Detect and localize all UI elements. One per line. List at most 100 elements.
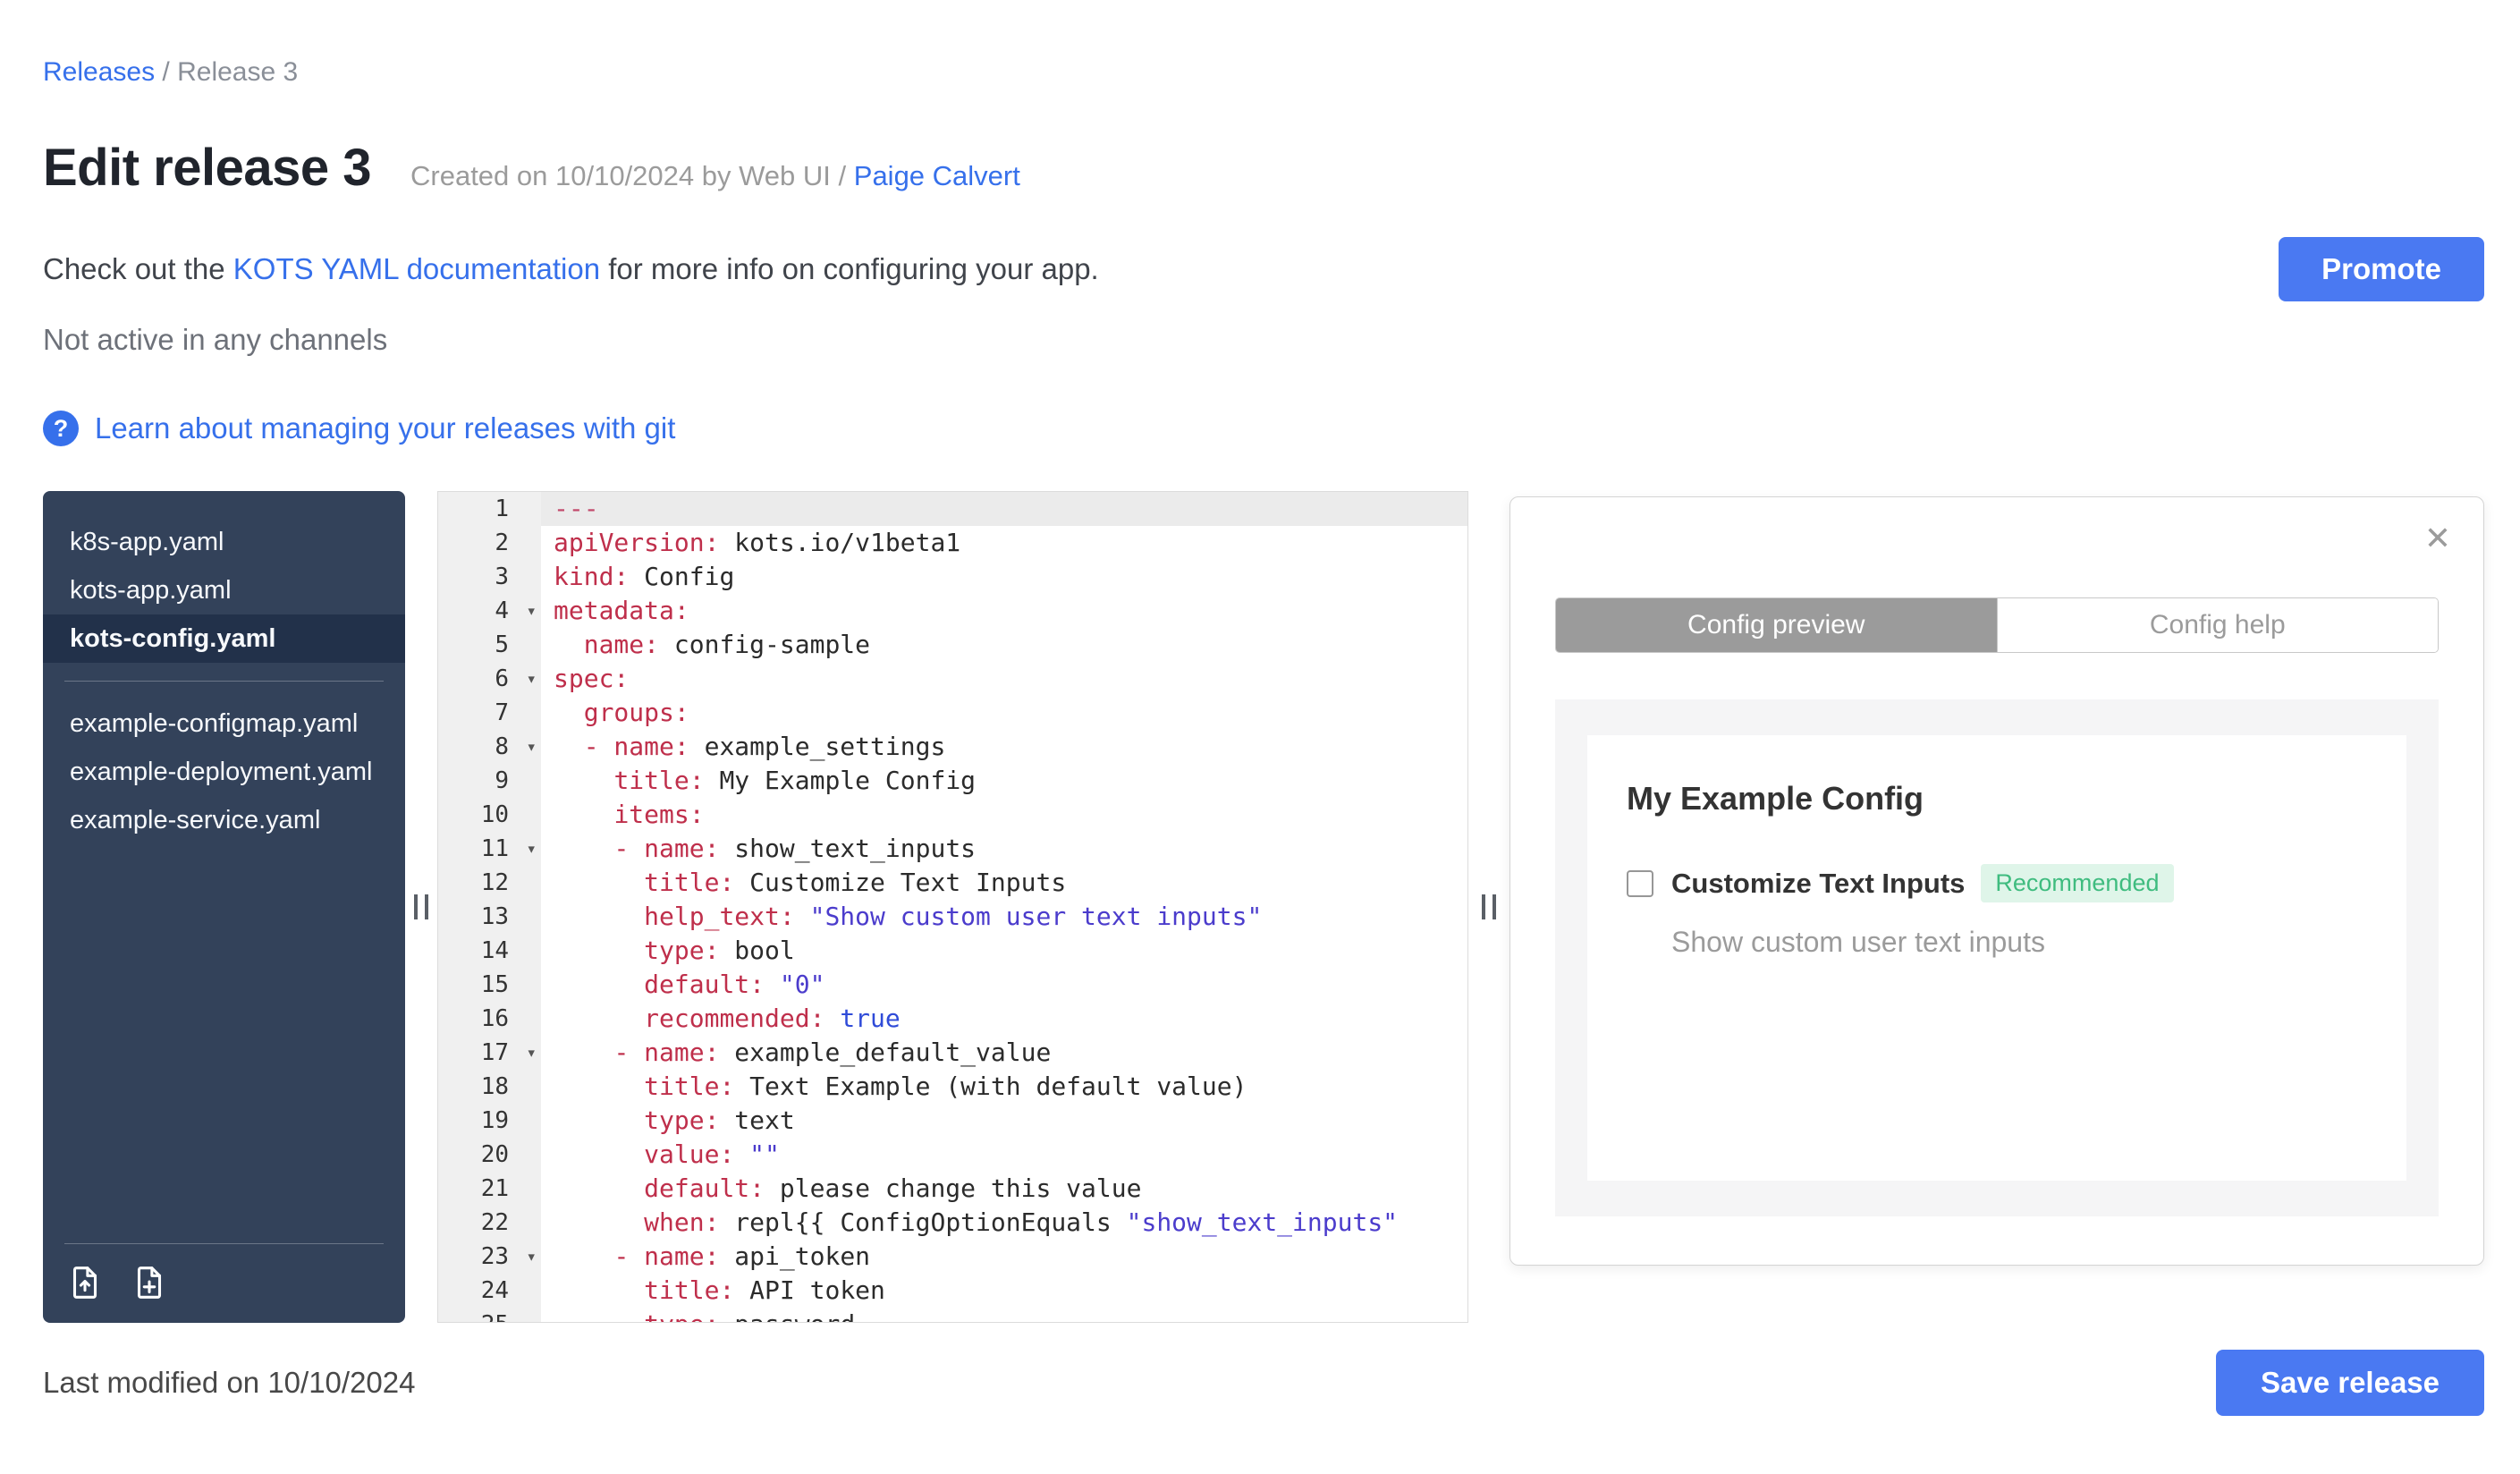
config-card: My Example Config Customize Text Inputs … bbox=[1587, 735, 2406, 1181]
code-text: apiVersion: kots.io/v1beta1 bbox=[554, 528, 961, 557]
panel-resize-handle-left[interactable] bbox=[414, 894, 428, 919]
code-text: type: bool bbox=[644, 936, 795, 965]
code-line-9[interactable]: 9 title: My Example Config bbox=[438, 764, 1467, 798]
code-text: when: repl{{ ConfigOptionEquals "show_te… bbox=[644, 1207, 1399, 1237]
line-number: 16 bbox=[438, 1002, 541, 1036]
code-text: groups: bbox=[583, 698, 689, 727]
last-modified: Last modified on 10/10/2024 bbox=[43, 1366, 416, 1399]
line-number: 8 ▾ bbox=[438, 730, 541, 764]
tab-config-preview[interactable]: Config preview bbox=[1556, 598, 1997, 652]
file-name: example-service.yaml bbox=[70, 806, 321, 834]
code-text: --- bbox=[541, 492, 1467, 526]
line-number: 24 bbox=[438, 1274, 541, 1308]
line-number: 2 bbox=[438, 526, 541, 560]
code-line-22[interactable]: 22 when: repl{{ ConfigOptionEquals "show… bbox=[438, 1206, 1467, 1240]
doc-info-suffix: for more info on configuring your app. bbox=[608, 252, 1099, 285]
code-line-2[interactable]: 2 apiVersion: kots.io/v1beta1 bbox=[438, 526, 1467, 560]
config-item-help: Show custom user text inputs bbox=[1671, 926, 2045, 958]
line-number: 7 bbox=[438, 696, 541, 730]
code-line-14[interactable]: 14 type: bool bbox=[438, 934, 1467, 968]
code-line-20[interactable]: 20 value: "" bbox=[438, 1138, 1467, 1172]
close-icon[interactable]: ✕ bbox=[2424, 522, 2451, 555]
code-line-19[interactable]: 19 type: text bbox=[438, 1104, 1467, 1138]
code-text: - name: example_settings bbox=[583, 732, 946, 761]
line-number: 23 ▾ bbox=[438, 1240, 541, 1274]
line-number: 9 bbox=[438, 764, 541, 798]
line-number: 22 bbox=[438, 1206, 541, 1240]
code-line-11[interactable]: 11 ▾ - name: show_text_inputs bbox=[438, 832, 1467, 866]
code-line-3[interactable]: 3 kind: Config bbox=[438, 560, 1467, 594]
code-line-18[interactable]: 18 title: Text Example (with default val… bbox=[438, 1070, 1467, 1104]
author-link[interactable]: Paige Calvert bbox=[854, 160, 1020, 191]
code-line-13[interactable]: 13 help_text: "Show custom user text inp… bbox=[438, 900, 1467, 934]
fold-toggle-icon[interactable]: ▾ bbox=[527, 730, 537, 764]
save-release-button[interactable]: Save release bbox=[2215, 1350, 2484, 1416]
fold-toggle-icon[interactable]: ▾ bbox=[527, 1240, 537, 1274]
code-line-12[interactable]: 12 title: Customize Text Inputs bbox=[438, 866, 1467, 900]
fold-toggle-icon[interactable]: ▾ bbox=[527, 832, 537, 866]
code-text: title: API token bbox=[644, 1275, 885, 1305]
code-line-15[interactable]: 15 default: "0" bbox=[438, 968, 1467, 1002]
fold-toggle-icon[interactable]: ▾ bbox=[527, 662, 537, 696]
file-tree-item[interactable]: example-service.yaml bbox=[43, 796, 405, 844]
line-number: 14 bbox=[438, 934, 541, 968]
config-item-label: Customize Text Inputs bbox=[1671, 867, 1966, 899]
breadcrumb-releases-link[interactable]: Releases bbox=[43, 57, 155, 87]
file-tree-panel: k8s-app.yaml kots-app.yaml kots-config.yam… bbox=[43, 491, 405, 1323]
line-number: 11 ▾ bbox=[438, 832, 541, 866]
line-number: 20 bbox=[438, 1138, 541, 1172]
help-question-icon[interactable]: ? bbox=[43, 411, 79, 446]
git-help-row: ? Learn about managing your releases wit… bbox=[43, 411, 2484, 446]
code-line-8[interactable]: 8 ▾ - name: example_settings bbox=[438, 730, 1467, 764]
file-actions bbox=[64, 1243, 384, 1303]
line-number: 13 bbox=[438, 900, 541, 934]
recommended-badge: Recommended bbox=[1981, 864, 2174, 902]
code-text: title: My Example Config bbox=[613, 766, 977, 795]
page-title: Edit release 3 bbox=[43, 139, 372, 197]
code-line-1[interactable]: 1 --- bbox=[438, 492, 1467, 526]
code-line-4[interactable]: 4 ▾ metadata: bbox=[438, 594, 1467, 628]
file-tree-item[interactable]: kots-config.yaml bbox=[43, 614, 405, 663]
code-line-10[interactable]: 10 items: bbox=[438, 798, 1467, 832]
code-line-16[interactable]: 16 recommended: true bbox=[438, 1002, 1467, 1036]
panel-resize-handle-right[interactable] bbox=[1482, 894, 1496, 919]
promote-button[interactable]: Promote bbox=[2279, 237, 2484, 301]
code-text: title: Customize Text Inputs bbox=[644, 868, 1067, 897]
code-line-6[interactable]: 6 ▾ spec: bbox=[438, 662, 1467, 696]
file-tree-item[interactable]: kots-app.yaml bbox=[43, 566, 405, 614]
kots-docs-link[interactable]: KOTS YAML documentation bbox=[233, 252, 600, 285]
file-tree-item[interactable]: example-configmap.yaml bbox=[43, 699, 405, 748]
code-text: help_text: "Show custom user text inputs… bbox=[644, 902, 1263, 931]
git-help-link[interactable]: Learn about managing your releases with … bbox=[95, 411, 675, 445]
line-number: 12 bbox=[438, 866, 541, 900]
yaml-editor[interactable]: 1 --- 2 apiVersion: kots.io/v1beta1 3 kind: C… bbox=[437, 491, 1468, 1323]
code-text: kind: Config bbox=[554, 562, 735, 591]
code-line-25[interactable]: 25 type: password bbox=[438, 1308, 1467, 1322]
code-line-17[interactable]: 17 ▾ - name: example_default_value bbox=[438, 1036, 1467, 1070]
code-text: items: bbox=[613, 800, 705, 829]
code-line-7[interactable]: 7 groups: bbox=[438, 696, 1467, 730]
code-line-21[interactable]: 21 default: please change this value bbox=[438, 1172, 1467, 1206]
code-text: recommended: true bbox=[644, 1004, 901, 1033]
code-line-24[interactable]: 24 title: API token bbox=[438, 1274, 1467, 1308]
file-tree-item[interactable]: k8s-app.yaml bbox=[43, 518, 405, 566]
fold-toggle-icon[interactable]: ▾ bbox=[527, 1036, 537, 1070]
tab-config-help[interactable]: Config help bbox=[1996, 598, 2438, 652]
code-text: type: text bbox=[644, 1106, 795, 1135]
line-number: 25 bbox=[438, 1308, 541, 1322]
config-checkbox[interactable] bbox=[1627, 869, 1653, 897]
code-text: title: Text Example (with default value) bbox=[644, 1072, 1247, 1101]
created-text: Created on 10/10/2024 by Web UI / bbox=[410, 160, 847, 191]
code-line-23[interactable]: 23 ▾ - name: api_token bbox=[438, 1240, 1467, 1274]
info-row: Check out the KOTS YAML documentation fo… bbox=[43, 237, 2484, 301]
fold-toggle-icon[interactable]: ▾ bbox=[527, 594, 537, 628]
code-text: default: please change this value bbox=[644, 1173, 1142, 1203]
code-line-5[interactable]: 5 name: config-sample bbox=[438, 628, 1467, 662]
code-text: - name: api_token bbox=[613, 1241, 871, 1271]
new-file-icon[interactable] bbox=[129, 1262, 170, 1303]
file-name: kots-config.yaml bbox=[70, 624, 276, 653]
upload-file-icon[interactable] bbox=[64, 1262, 106, 1303]
file-tree-item[interactable]: example-deployment.yaml bbox=[43, 748, 405, 796]
line-number: 10 bbox=[438, 798, 541, 832]
breadcrumb: Releases / Release 3 bbox=[43, 57, 2484, 88]
